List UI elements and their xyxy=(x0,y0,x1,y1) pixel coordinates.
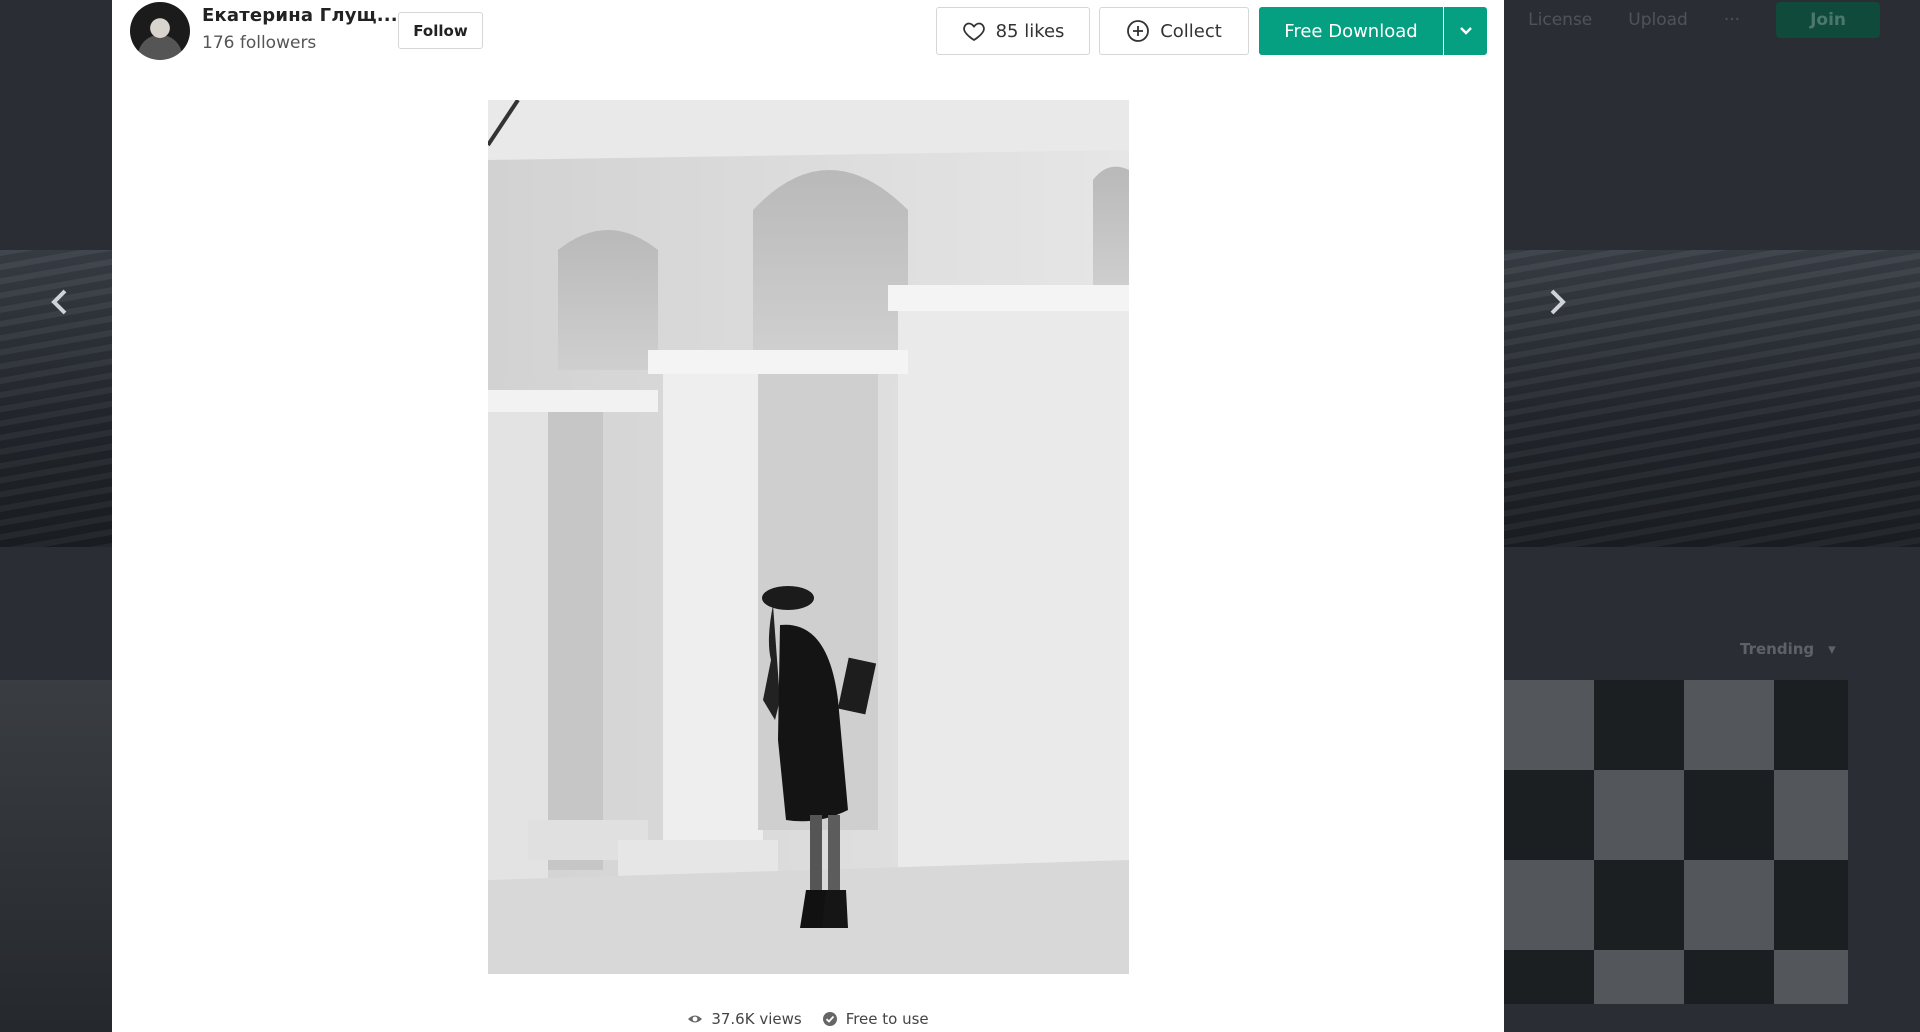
license-label: Free to use xyxy=(845,1010,929,1028)
author-avatar[interactable] xyxy=(130,2,190,60)
eye-icon xyxy=(688,1015,703,1023)
collect-label: Collect xyxy=(1160,20,1222,42)
background-sort-label: Trending xyxy=(1740,640,1815,658)
chevron-down-icon xyxy=(1459,27,1472,35)
background-nav-upload: Upload xyxy=(1628,10,1688,30)
modal-header: Екатерина Глущ... 176 followers Follow 8… xyxy=(112,0,1504,70)
background-nav-more: ··· xyxy=(1723,10,1741,30)
next-photo-button[interactable] xyxy=(1537,282,1577,322)
free-download-button[interactable]: Free Download xyxy=(1259,7,1443,55)
author-followers: 176 followers xyxy=(202,33,317,53)
previous-photo-button[interactable] xyxy=(40,282,80,322)
photo-stats: 37.6K views Free to use xyxy=(112,1010,1504,1028)
background-nav-license: License xyxy=(1528,10,1593,30)
check-circle-icon xyxy=(822,1012,837,1026)
chevron-left-icon xyxy=(51,289,67,315)
likes-count: 85 likes xyxy=(995,20,1065,42)
background-sort: Trending ▾ xyxy=(1740,640,1836,658)
background-thumbnail xyxy=(1504,680,1848,1004)
license-stat[interactable]: Free to use xyxy=(822,1010,929,1028)
chevron-down-icon: ▾ xyxy=(1828,640,1836,658)
main-photo[interactable] xyxy=(488,100,1129,974)
photo-illustration xyxy=(488,100,1129,974)
author-name[interactable]: Екатерина Глущ... xyxy=(202,5,398,26)
chevron-right-icon xyxy=(1550,289,1566,315)
add-circle-icon xyxy=(1127,20,1150,42)
collect-button[interactable]: Collect xyxy=(1099,7,1249,55)
heart-icon xyxy=(962,22,985,42)
views-count: 37.6K views xyxy=(711,1010,802,1028)
background-join-button: Join xyxy=(1776,2,1880,38)
like-button[interactable]: 85 likes xyxy=(936,7,1090,55)
download-options-button[interactable] xyxy=(1444,7,1487,55)
background-nav: License Upload ··· Join xyxy=(1528,0,1920,40)
follow-button[interactable]: Follow xyxy=(398,12,483,49)
views-stat: 37.6K views xyxy=(687,1010,802,1028)
background-thumbnail xyxy=(0,680,112,1032)
photo-modal: Екатерина Глущ... 176 followers Follow 8… xyxy=(112,0,1504,1032)
